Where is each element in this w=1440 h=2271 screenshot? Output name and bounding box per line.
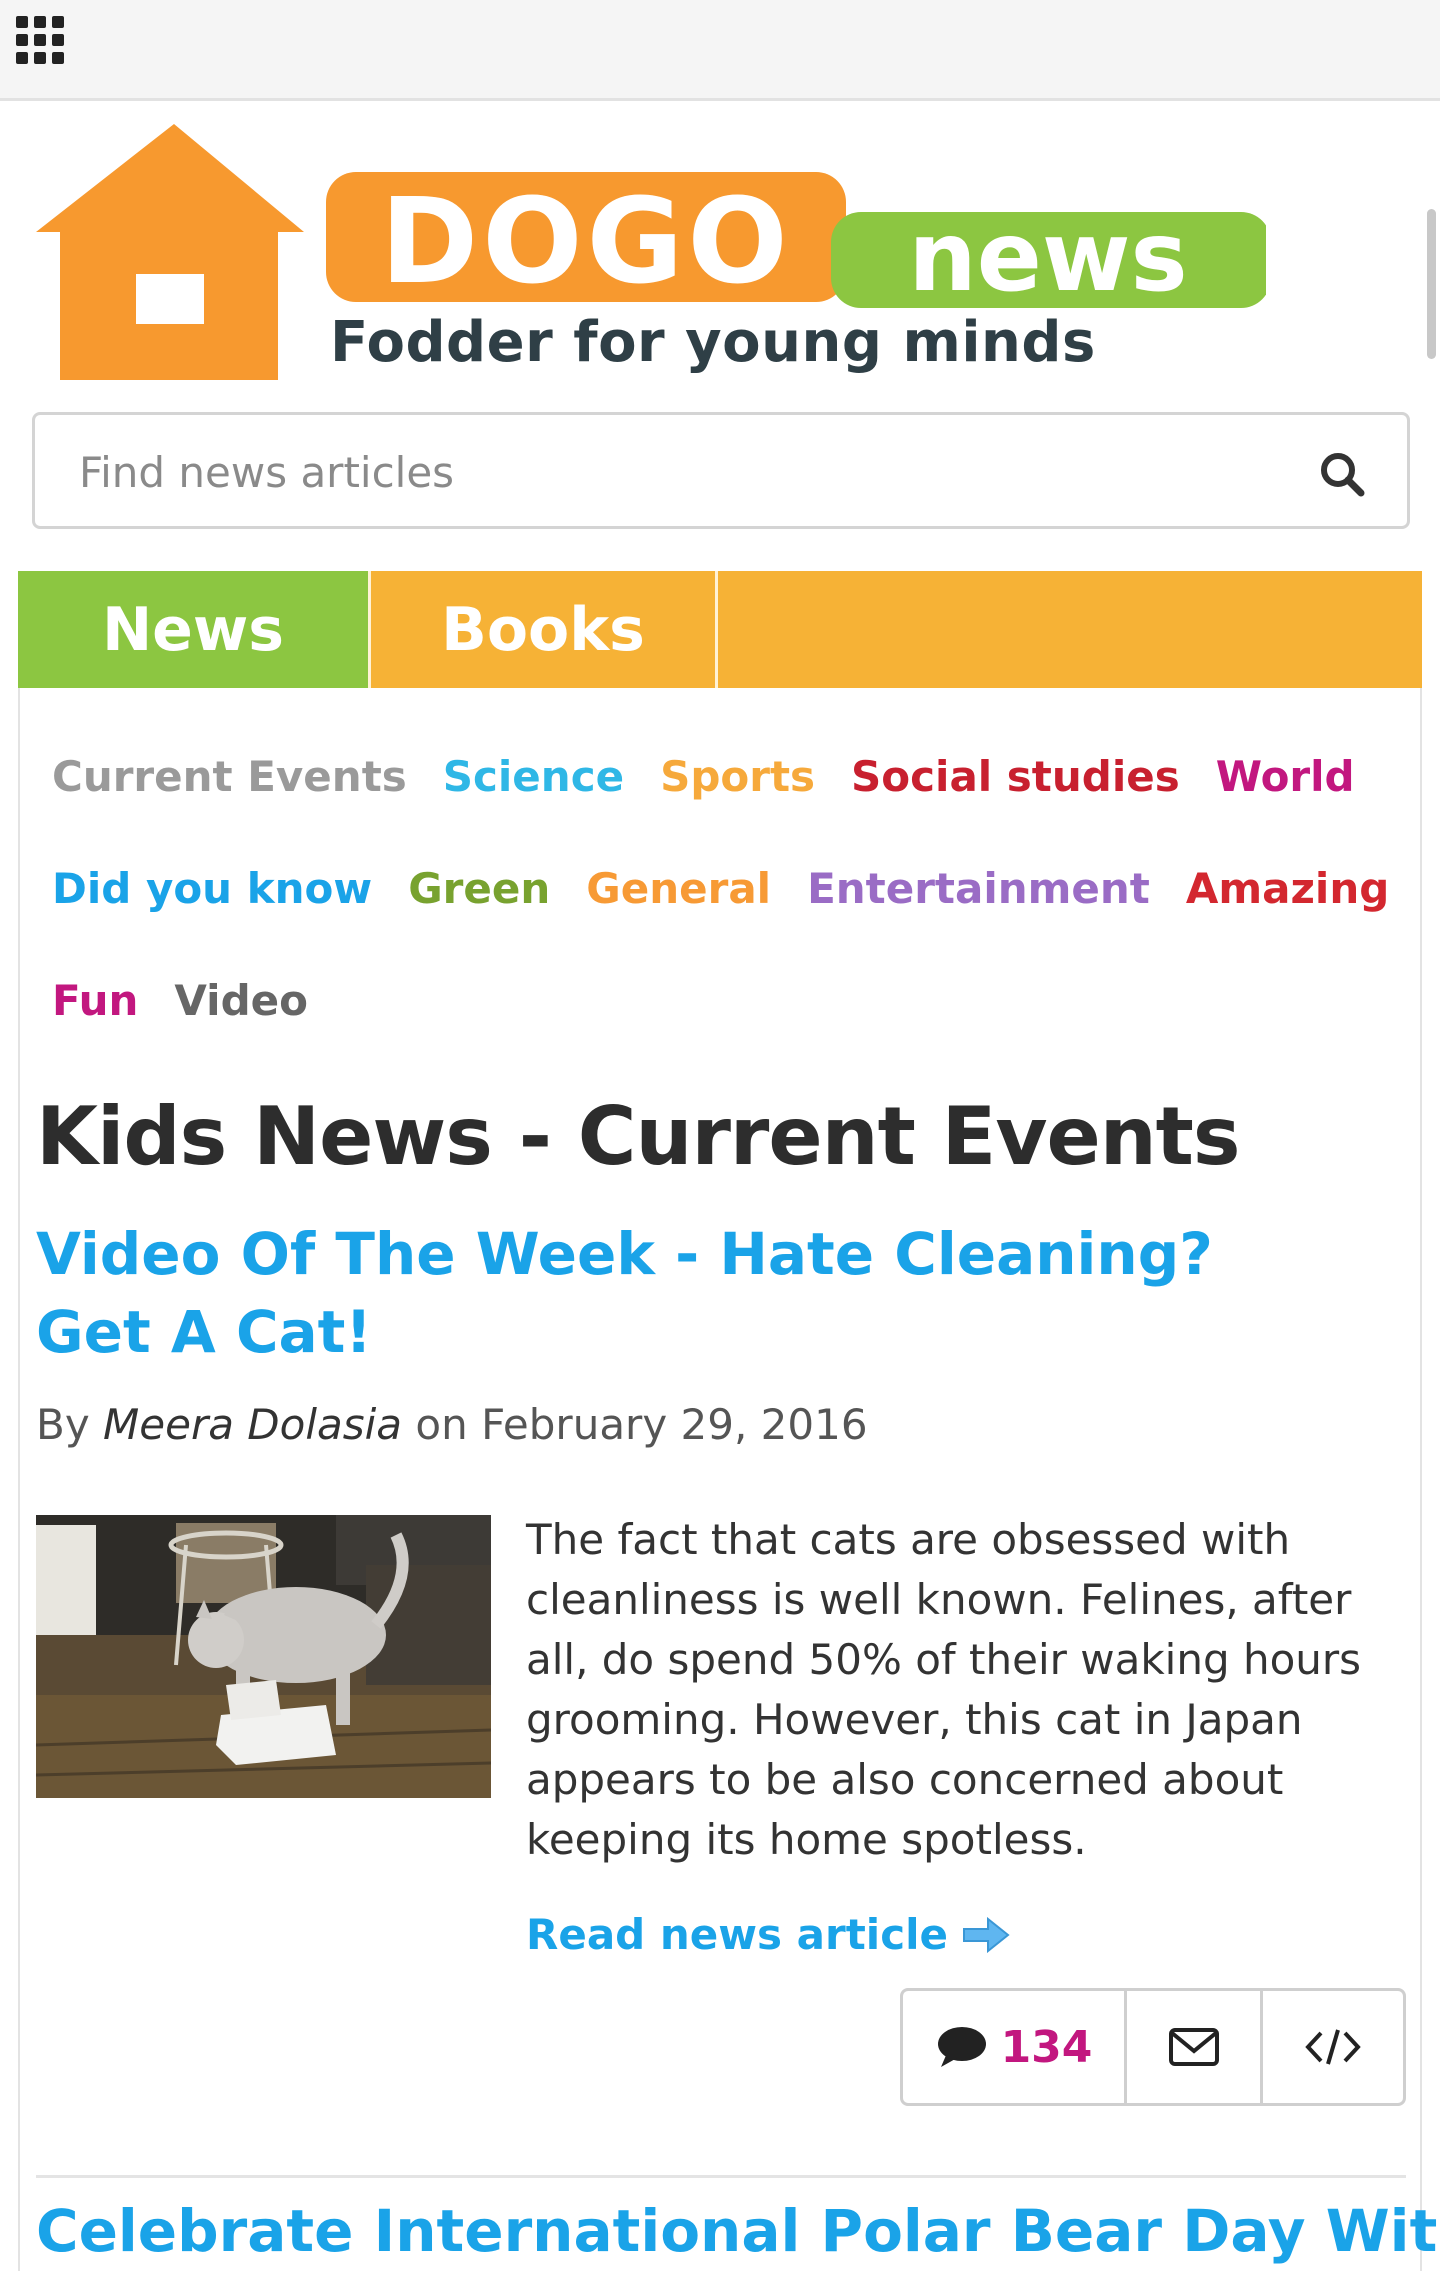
article-date: on February 29, 2016 [415,1400,868,1449]
read-article-link[interactable]: Read news article [526,1910,1010,1959]
next-article-title-link[interactable]: Celebrate International Polar Bear Day W… [36,2197,1440,2265]
search-box[interactable] [32,412,1410,529]
svg-text:DOGO: DOGO [380,172,791,310]
category-science[interactable]: Science [443,752,624,801]
category-amazing[interactable]: Amazing [1186,864,1389,913]
byline-by: By [36,1400,90,1449]
comments-button[interactable]: 134 [903,1991,1127,2103]
tab-news[interactable]: News [18,571,368,688]
tab-books[interactable]: Books [368,571,718,688]
category-current-events[interactable]: Current Events [52,752,407,801]
top-bar [0,0,1440,101]
code-icon [1305,2029,1361,2065]
article-title-link[interactable]: Video Of The Week - Hate Cleaning? Get A… [36,1215,1336,1371]
article-byline: By Meera Dolasia on February 29, 2016 [36,1400,868,1449]
svg-text:news: news [908,201,1187,313]
arrow-right-icon [962,1916,1010,1953]
scrollbar[interactable] [1422,101,1440,2257]
email-share-button[interactable] [1127,1991,1263,2103]
brand-dogo: DOGO [326,172,846,310]
category-green[interactable]: Green [408,864,550,913]
embed-code-button[interactable] [1263,1991,1403,2103]
search-icon[interactable] [1319,451,1365,497]
category-fun[interactable]: Fun [52,976,138,1025]
article-divider [36,2175,1406,2178]
category-nav: Current Events Science Sports Social stu… [52,720,1392,1056]
category-general[interactable]: General [586,864,771,913]
brand-news: news [831,201,1266,313]
envelope-icon [1168,2028,1219,2066]
page-title: Kids News - Current Events [36,1090,1241,1183]
category-did-you-know[interactable]: Did you know [52,864,372,913]
section-tabs: News Books [18,571,1422,688]
article-excerpt: The fact that cats are obsessed with cle… [526,1515,1362,1864]
article-author: Meera Dolasia [103,1400,403,1449]
read-article-label: Read news article [526,1910,948,1959]
scrollbar-thumb[interactable] [1427,209,1436,359]
category-video[interactable]: Video [174,976,308,1025]
tagline: Fodder for young minds [330,310,1096,375]
house-logo-icon [36,124,304,380]
category-world[interactable]: World [1216,752,1355,801]
article-actions: 134 [900,1988,1406,2106]
category-social-studies[interactable]: Social studies [851,752,1180,801]
category-entertainment[interactable]: Entertainment [807,864,1150,913]
article-thumbnail[interactable] [36,1515,491,1798]
comment-icon [937,2027,986,2067]
apps-grid-icon[interactable] [16,16,66,66]
comment-count: 134 [1000,2021,1093,2073]
search-input[interactable] [77,437,1277,507]
category-sports[interactable]: Sports [660,752,815,801]
